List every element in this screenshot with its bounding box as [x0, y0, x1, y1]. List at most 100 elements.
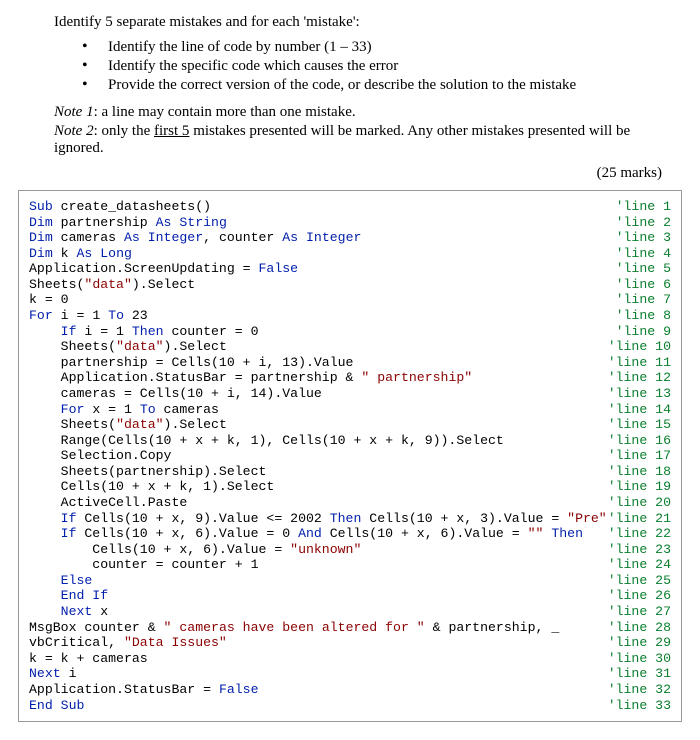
- line-number-comment: 'line 28: [608, 620, 671, 636]
- code-text: vbCritical, "Data Issues": [29, 635, 608, 651]
- line-number-comment: 'line 2: [616, 215, 671, 231]
- code-text: If Cells(10 + x, 6).Value = 0 And Cells(…: [29, 526, 608, 542]
- note-1-label: Note 1: [54, 104, 94, 120]
- code-line: Range(Cells(10 + x + k, 1), Cells(10 + x…: [29, 433, 671, 449]
- bullet-item: Identify the specific code which causes …: [82, 58, 682, 75]
- code-line: Sub create_datasheets()'line 1: [29, 199, 671, 215]
- code-text: End If: [29, 588, 608, 604]
- code-line: Cells(10 + x, 6).Value = "unknown"'line …: [29, 542, 671, 558]
- line-number-comment: 'line 10: [608, 339, 671, 355]
- code-text: Sheets("data").Select: [29, 417, 608, 433]
- note-2-label: Note 2: [54, 123, 94, 139]
- code-text: Sheets("data").Select: [29, 277, 616, 293]
- code-text: partnership = Cells(10 + i, 13).Value: [29, 355, 608, 371]
- line-number-comment: 'line 25: [608, 573, 671, 589]
- code-text: If i = 1 Then counter = 0: [29, 324, 616, 340]
- line-number-comment: 'line 32: [608, 682, 671, 698]
- code-text: Range(Cells(10 + x + k, 1), Cells(10 + x…: [29, 433, 608, 449]
- line-number-comment: 'line 5: [616, 261, 671, 277]
- line-number-comment: 'line 14: [608, 402, 671, 418]
- line-number-comment: 'line 24: [608, 557, 671, 573]
- line-number-comment: 'line 20: [608, 495, 671, 511]
- code-line: End If'line 26: [29, 588, 671, 604]
- line-number-comment: 'line 33: [608, 698, 671, 714]
- code-line: Application.StatusBar = False'line 32: [29, 682, 671, 698]
- note-2-text-a: : only the: [94, 123, 154, 139]
- code-text: Next i: [29, 666, 608, 682]
- line-number-comment: 'line 29: [608, 635, 671, 651]
- code-text: MsgBox counter & " cameras have been alt…: [29, 620, 608, 636]
- line-number-comment: 'line 3: [616, 230, 671, 246]
- code-line: Sheets("data").Select'line 10: [29, 339, 671, 355]
- code-text: Dim partnership As String: [29, 215, 616, 231]
- code-line: vbCritical, "Data Issues"'line 29: [29, 635, 671, 651]
- bullet-item: Provide the correct version of the code,…: [82, 77, 682, 94]
- code-line: Application.StatusBar = partnership & " …: [29, 370, 671, 386]
- code-text: For x = 1 To cameras: [29, 402, 608, 418]
- code-line: Sheets(partnership).Select'line 18: [29, 464, 671, 480]
- note-1-text: : a line may contain more than one mista…: [94, 104, 356, 120]
- code-line: Sheets("data").Select'line 15: [29, 417, 671, 433]
- line-number-comment: 'line 19: [608, 479, 671, 495]
- code-text: Dim cameras As Integer, counter As Integ…: [29, 230, 616, 246]
- code-line: If Cells(10 + x, 9).Value <= 2002 Then C…: [29, 511, 671, 527]
- code-line: Sheets("data").Select'line 6: [29, 277, 671, 293]
- line-number-comment: 'line 23: [608, 542, 671, 558]
- bullet-list: Identify the line of code by number (1 –…: [82, 39, 682, 94]
- code-text: Next x: [29, 604, 608, 620]
- code-line: MsgBox counter & " cameras have been alt…: [29, 620, 671, 636]
- code-line: If i = 1 Then counter = 0'line 9: [29, 324, 671, 340]
- line-number-comment: 'line 9: [616, 324, 671, 340]
- code-line: k = 0'line 7: [29, 292, 671, 308]
- code-text: Else: [29, 573, 608, 589]
- code-text: If Cells(10 + x, 9).Value <= 2002 Then C…: [29, 511, 608, 527]
- code-text: k = 0: [29, 292, 616, 308]
- code-line: End Sub'line 33: [29, 698, 671, 714]
- code-line: cameras = Cells(10 + i, 14).Value'line 1…: [29, 386, 671, 402]
- note-2-underline: first 5: [154, 123, 189, 139]
- line-number-comment: 'line 30: [608, 651, 671, 667]
- intro-text: Identify 5 separate mistakes and for eac…: [54, 14, 682, 31]
- code-text: Application.StatusBar = partnership & " …: [29, 370, 608, 386]
- code-text: Sheets(partnership).Select: [29, 464, 608, 480]
- line-number-comment: 'line 15: [608, 417, 671, 433]
- code-line: counter = counter + 1'line 24: [29, 557, 671, 573]
- line-number-comment: 'line 1: [616, 199, 671, 215]
- code-text: For i = 1 To 23: [29, 308, 616, 324]
- marks-label: (25 marks): [18, 165, 662, 182]
- line-number-comment: 'line 13: [608, 386, 671, 402]
- code-text: Selection.Copy: [29, 448, 608, 464]
- code-line: Else'line 25: [29, 573, 671, 589]
- code-text: End Sub: [29, 698, 608, 714]
- note-1: Note 1: a line may contain more than one…: [54, 104, 682, 121]
- code-box: Sub create_datasheets()'line 1Dim partne…: [18, 190, 682, 722]
- code-line: partnership = Cells(10 + i, 13).Value'li…: [29, 355, 671, 371]
- line-number-comment: 'line 6: [616, 277, 671, 293]
- code-line: Cells(10 + x + k, 1).Select'line 19: [29, 479, 671, 495]
- code-text: ActiveCell.Paste: [29, 495, 608, 511]
- code-line: Dim cameras As Integer, counter As Integ…: [29, 230, 671, 246]
- code-text: Cells(10 + x, 6).Value = "unknown": [29, 542, 608, 558]
- code-text: Sheets("data").Select: [29, 339, 608, 355]
- line-number-comment: 'line 7: [616, 292, 671, 308]
- code-line: Selection.Copy'line 17: [29, 448, 671, 464]
- code-line: If Cells(10 + x, 6).Value = 0 And Cells(…: [29, 526, 671, 542]
- line-number-comment: 'line 22: [608, 526, 671, 542]
- code-line: Dim partnership As String'line 2: [29, 215, 671, 231]
- code-text: Cells(10 + x + k, 1).Select: [29, 479, 608, 495]
- code-line: k = k + cameras'line 30: [29, 651, 671, 667]
- note-2: Note 2: only the first 5 mistakes presen…: [54, 123, 682, 157]
- line-number-comment: 'line 4: [616, 246, 671, 262]
- code-line: For x = 1 To cameras'line 14: [29, 402, 671, 418]
- code-line: Dim k As Long'line 4: [29, 246, 671, 262]
- bullet-item: Identify the line of code by number (1 –…: [82, 39, 682, 56]
- line-number-comment: 'line 31: [608, 666, 671, 682]
- line-number-comment: 'line 17: [608, 448, 671, 464]
- line-number-comment: 'line 8: [616, 308, 671, 324]
- line-number-comment: 'line 21: [608, 511, 671, 527]
- code-line: ActiveCell.Paste'line 20: [29, 495, 671, 511]
- code-text: Application.StatusBar = False: [29, 682, 608, 698]
- code-line: Application.ScreenUpdating = False'line …: [29, 261, 671, 277]
- code-text: k = k + cameras: [29, 651, 608, 667]
- line-number-comment: 'line 11: [608, 355, 671, 371]
